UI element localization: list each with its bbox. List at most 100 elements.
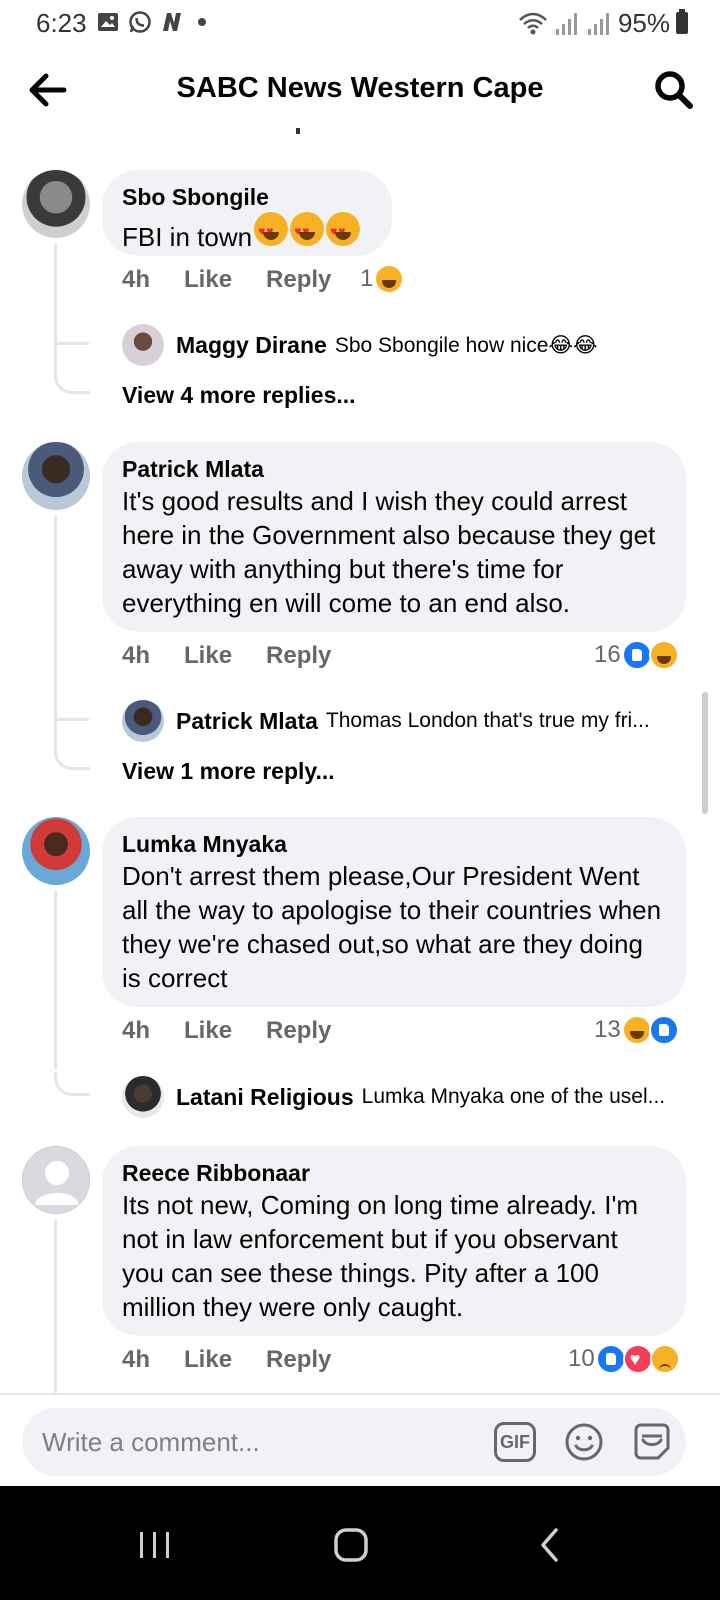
- comment-bubble[interactable]: Patrick Mlata It's good results and I wi…: [102, 442, 686, 632]
- avatar: [122, 324, 164, 366]
- heart-eyes-emoji-icon: [254, 212, 289, 248]
- reaction-summary[interactable]: 1: [360, 264, 405, 294]
- comment-composer: GIF: [22, 1408, 686, 1476]
- comment-text: FBI in town: [122, 212, 372, 254]
- comment-actions: 4h Like Reply: [122, 1346, 365, 1374]
- comment-bubble[interactable]: Lumka Mnyaka Don't arrest them please,Ou…: [102, 817, 686, 1007]
- comment-author[interactable]: Sbo Sbongile: [122, 182, 372, 212]
- reaction-summary[interactable]: 13: [594, 1015, 679, 1045]
- view-more-replies-link[interactable]: View 1 more reply...: [122, 758, 335, 785]
- like-reaction-icon: [621, 640, 652, 670]
- thread-line: [54, 1220, 57, 1394]
- back-icon[interactable]: [526, 1520, 576, 1570]
- reply-preview[interactable]: Latani Religious Lumka Mnyaka one of the…: [122, 1076, 684, 1118]
- thread-connector: [57, 342, 89, 345]
- signal-icon: [587, 12, 609, 35]
- thread-line: [54, 891, 57, 1069]
- like-button[interactable]: Like: [184, 1346, 232, 1374]
- like-button[interactable]: Like: [184, 266, 232, 294]
- reaction-count: 1: [360, 265, 374, 292]
- signal-icon: [555, 12, 577, 35]
- thread-connector: [54, 370, 90, 394]
- comment-author[interactable]: Reece Ribbonaar: [122, 1158, 666, 1188]
- reply-button[interactable]: Reply: [266, 1346, 331, 1374]
- love-reaction-icon: [622, 1344, 653, 1374]
- laughing-reaction-icon: [648, 640, 679, 670]
- default-avatar-icon[interactable]: [22, 1146, 90, 1214]
- avatar[interactable]: [22, 817, 90, 885]
- comment-bubble[interactable]: Sbo Sbongile FBI in town: [102, 170, 392, 256]
- reply-button[interactable]: Reply: [266, 642, 331, 670]
- avatar[interactable]: [22, 442, 90, 510]
- reply-author: Maggy Dirane: [176, 331, 327, 358]
- comment-author[interactable]: Patrick Mlata: [122, 454, 666, 484]
- home-icon[interactable]: [326, 1520, 376, 1570]
- comment-actions: 4h Like Reply: [122, 642, 365, 670]
- page-header: SABC News Western Cape: [0, 50, 720, 130]
- reply-button[interactable]: Reply: [266, 266, 331, 294]
- search-icon[interactable]: [650, 66, 698, 114]
- battery-percent: 95%: [617, 8, 670, 38]
- scrollbar[interactable]: [702, 692, 708, 814]
- reply-text: Lumka Mnyaka one of the usel...: [361, 1085, 666, 1108]
- heart-eyes-emoji-icon: [290, 212, 325, 248]
- like-button[interactable]: Like: [184, 642, 232, 670]
- whatsapp-icon: [129, 11, 151, 33]
- thread-connector: [54, 1072, 90, 1096]
- recent-apps-icon[interactable]: [130, 1520, 180, 1570]
- comment-actions: 4h Like Reply: [122, 1017, 365, 1045]
- reply-preview[interactable]: Maggy Dirane Sbo Sbongile how nice😂😂: [122, 324, 682, 366]
- comment-actions: 4h Like Reply: [122, 266, 365, 294]
- status-bar: 6:23 95%: [0, 0, 720, 46]
- comment-input[interactable]: [42, 1422, 482, 1462]
- like-reaction-icon: [595, 1344, 626, 1374]
- gif-button[interactable]: GIF: [494, 1422, 536, 1462]
- reply-text: Sbo Sbongile how nice😂😂: [334, 333, 598, 357]
- status-notification-icons: [96, 10, 206, 34]
- reply-button[interactable]: Reply: [266, 1017, 331, 1045]
- battery-icon: [676, 9, 688, 34]
- laughing-reaction-icon: [621, 1015, 652, 1045]
- avatar: [122, 1076, 164, 1118]
- sticker-icon[interactable]: [630, 1420, 674, 1464]
- thread-connector: [57, 718, 89, 721]
- clipped-content-edge: [290, 128, 330, 138]
- reply-text: Thomas London that's true my fri...: [325, 709, 650, 732]
- reaction-count: 10: [568, 1345, 595, 1372]
- reply-preview[interactable]: Patrick Mlata Thomas London that's true …: [122, 700, 680, 742]
- person-silhouette-icon: [35, 1161, 79, 1205]
- comment-time: 4h: [122, 266, 151, 293]
- status-time: 6:23: [36, 8, 87, 38]
- avatar[interactable]: [22, 170, 90, 238]
- like-reaction-icon: [648, 1015, 679, 1045]
- comment-text: It's good results and I wish they could …: [122, 486, 656, 618]
- news-icon: [163, 13, 181, 31]
- reaction-count: 16: [594, 641, 621, 668]
- laughing-reaction-icon: [374, 264, 405, 294]
- page-title: SABC News Western Cape: [176, 72, 544, 104]
- comment-bubble[interactable]: Reece Ribbonaar Its not new, Coming on l…: [102, 1146, 686, 1336]
- system-nav-bar: [0, 1486, 720, 1600]
- view-more-replies-link[interactable]: View 4 more replies...: [122, 382, 356, 409]
- smiley-icon[interactable]: [564, 1422, 604, 1462]
- comment-time: 4h: [122, 1346, 151, 1373]
- comment-text: Its not new, Coming on long time already…: [122, 1190, 639, 1322]
- reply-author: Patrick Mlata: [176, 707, 318, 734]
- reply-author: Latani Religious: [176, 1083, 354, 1110]
- sad-reaction-icon: [649, 1344, 680, 1374]
- thread-line: [54, 516, 57, 752]
- comment-author[interactable]: Lumka Mnyaka: [122, 829, 666, 859]
- reaction-summary[interactable]: 10: [568, 1344, 680, 1374]
- gallery-icon: [98, 13, 118, 31]
- like-button[interactable]: Like: [184, 1017, 232, 1045]
- thread-line: [54, 244, 57, 376]
- avatar: [122, 700, 164, 742]
- dot-icon: [198, 18, 206, 26]
- reaction-count: 13: [594, 1016, 621, 1043]
- thread-connector: [54, 746, 90, 770]
- status-system-icons: 95%: [518, 8, 670, 39]
- divider: [0, 1393, 720, 1395]
- reaction-summary[interactable]: 16: [594, 640, 679, 670]
- wifi-icon: [519, 12, 547, 34]
- comment-time: 4h: [122, 642, 151, 669]
